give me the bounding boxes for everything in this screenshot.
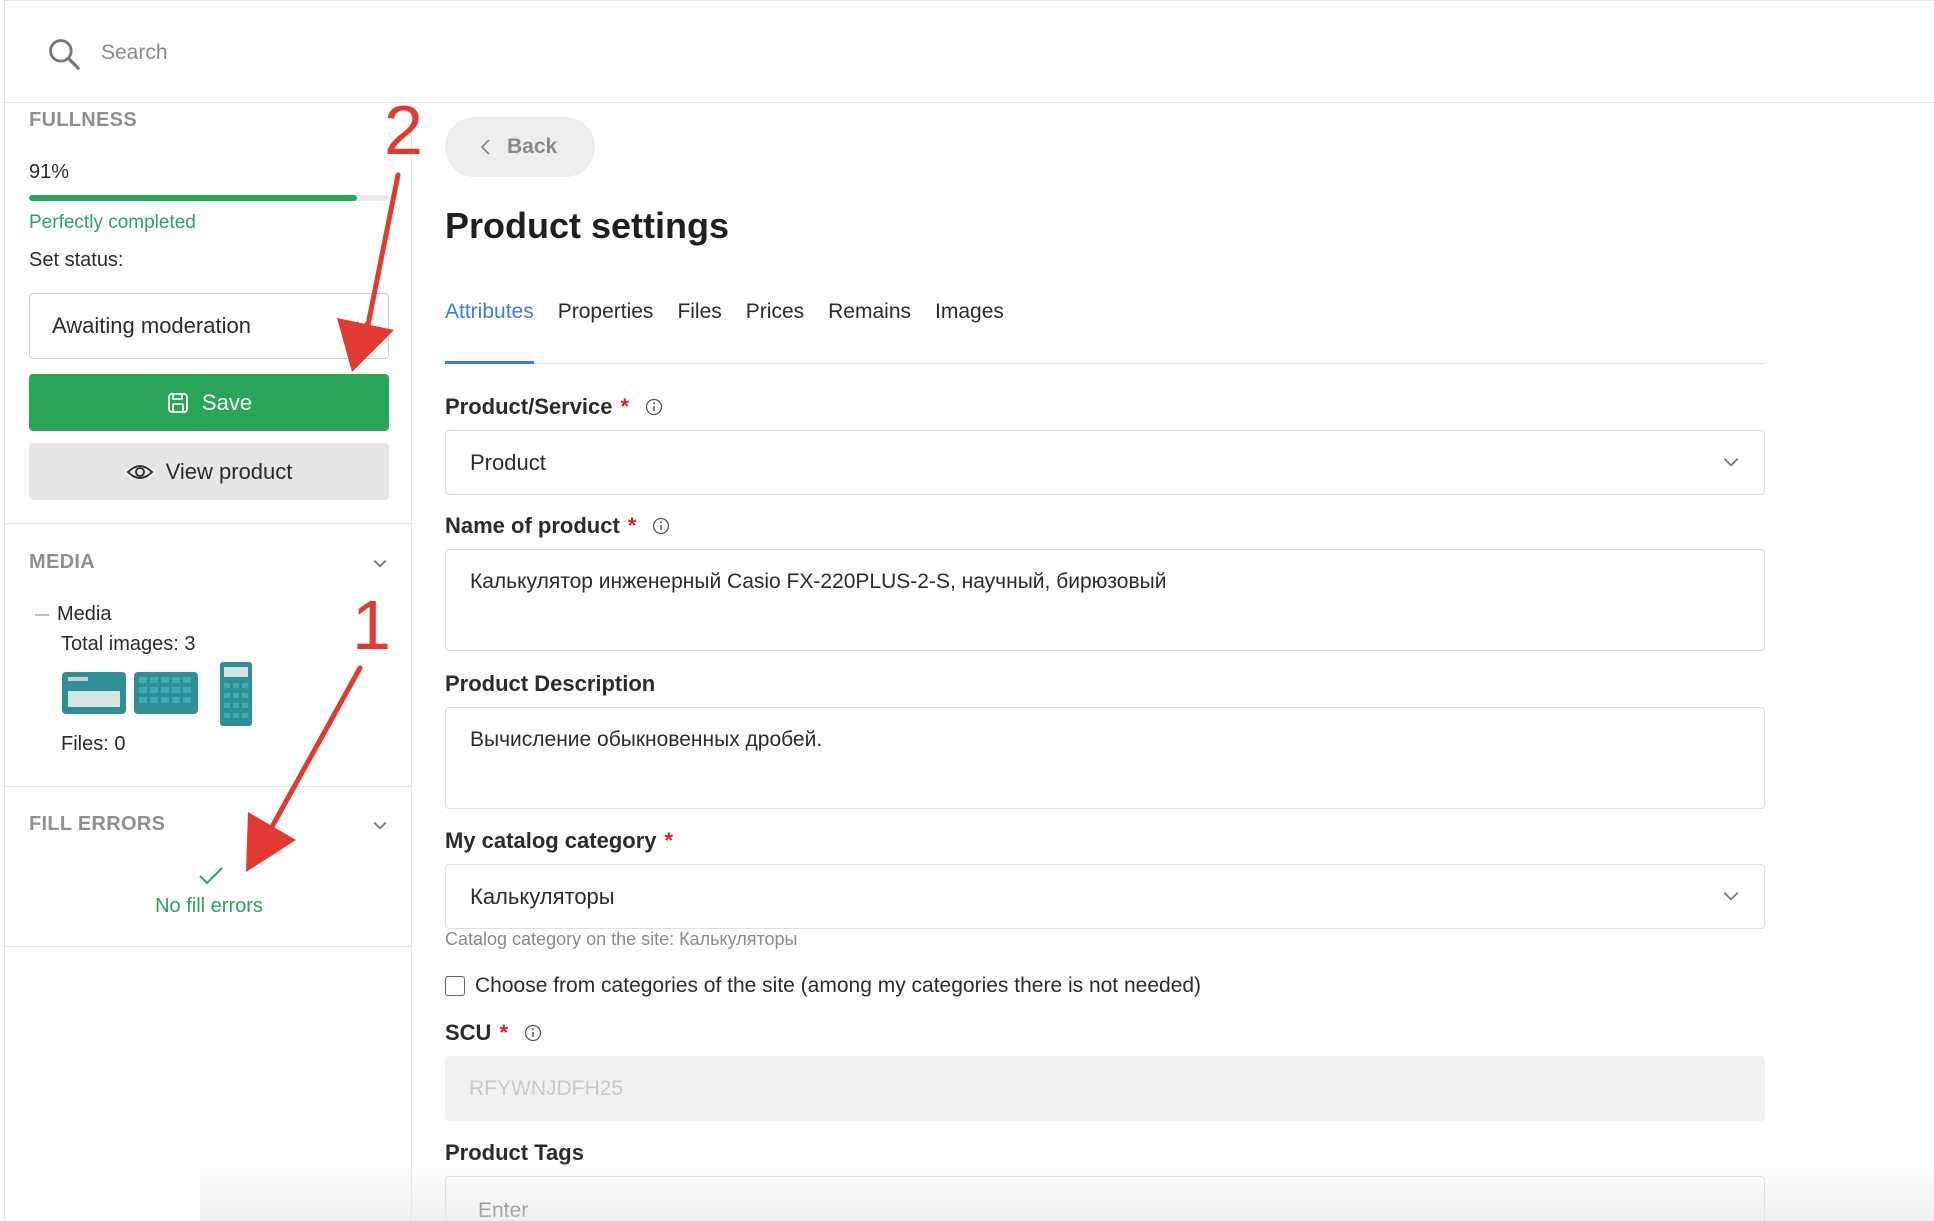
product-service-label: Product/Service * [445, 394, 663, 420]
no-fill-errors-text: No fill errors [155, 895, 263, 917]
catalog-category-label: My catalog category * [445, 828, 673, 854]
divider [5, 786, 413, 787]
catalog-category-select[interactable]: Калькуляторы [445, 864, 1765, 929]
tab-files[interactable]: Files [677, 286, 721, 364]
annotation-number-1: 1 [352, 586, 391, 664]
sidebar: FULLNESS 91% Perfectly completed Set sta… [4, 103, 413, 1221]
fill-errors-chevron-down-icon[interactable] [371, 817, 389, 835]
site-categories-checkbox[interactable] [445, 976, 465, 996]
media-label: Media [57, 603, 112, 625]
product-description-input[interactable]: Вычисление обыкновенных дробей. [445, 707, 1765, 809]
product-name-label: Name of product * [445, 513, 670, 539]
fullness-heading: FULLNESS [29, 109, 137, 131]
fullness-progress-fill [29, 195, 357, 201]
page-title: Product settings [445, 205, 730, 246]
search-icon [49, 39, 80, 70]
info-icon[interactable] [645, 398, 663, 416]
required-mark: * [499, 1020, 509, 1045]
product-tags-label: Product Tags [445, 1140, 584, 1166]
catalog-category-hint: Catalog category on the site: Калькулято… [445, 929, 798, 949]
status-select[interactable]: Awaiting moderation [29, 293, 389, 359]
chevron-down-icon [356, 321, 368, 329]
back-label: Back [507, 135, 558, 158]
product-service-value: Product [470, 449, 546, 475]
product-tags-label-text: Product Tags [445, 1140, 584, 1165]
catalog-category-label-text: My catalog category [445, 828, 657, 853]
product-name-input[interactable]: Калькулятор инженерный Casio FX-220PLUS-… [445, 549, 1765, 651]
scu-input: RFYWNJDFH25 [445, 1056, 1765, 1121]
divider [5, 523, 413, 524]
tab-bar: Attributes Properties Files Prices Remai… [445, 286, 1765, 364]
fullness-status-text: Perfectly completed [29, 212, 196, 233]
chevron-down-icon [1723, 892, 1739, 901]
info-icon[interactable] [652, 517, 670, 535]
search-input[interactable] [101, 37, 701, 69]
product-thumbnail-1[interactable] [61, 671, 127, 715]
tab-attributes[interactable]: Attributes [445, 286, 534, 364]
eye-icon [126, 464, 153, 479]
total-images: Total images: 3 [61, 633, 196, 655]
tab-remains[interactable]: Remains [828, 286, 911, 364]
product-thumbnail-3[interactable] [219, 661, 253, 727]
tab-images[interactable]: Images [935, 286, 1004, 364]
divider [5, 946, 413, 947]
media-heading: MEDIA [29, 551, 95, 573]
tree-dash-icon [35, 614, 49, 616]
required-mark: * [620, 394, 630, 419]
product-service-label-text: Product/Service [445, 394, 613, 419]
files-count: Files: 0 [61, 733, 126, 755]
status-select-value: Awaiting moderation [52, 313, 251, 338]
product-name-label-text: Name of product [445, 513, 620, 538]
site-categories-checkbox-label: Choose from categories of the site (amon… [475, 974, 1202, 997]
required-mark: * [664, 828, 674, 853]
fill-errors-heading: FILL ERRORS [29, 813, 166, 835]
main-content: Back Product settings Attributes Propert… [412, 103, 1934, 1221]
product-thumbnail-2[interactable] [133, 671, 199, 715]
back-button[interactable]: Back [445, 117, 595, 177]
product-description-label-text: Product Description [445, 671, 656, 696]
scu-label: SCU * [445, 1020, 542, 1046]
scu-label-text: SCU [445, 1020, 492, 1045]
view-product-button[interactable]: View product [29, 443, 389, 500]
info-icon[interactable] [524, 1024, 542, 1042]
annotation-number-2: 2 [384, 91, 423, 169]
view-product-label: View product [165, 458, 293, 484]
media-chevron-down-icon[interactable] [371, 555, 389, 573]
product-tags-input[interactable]: Enter [445, 1176, 1765, 1221]
product-service-select[interactable]: Product [445, 430, 1765, 495]
product-description-label: Product Description [445, 671, 655, 697]
save-button-label: Save [201, 389, 253, 415]
required-mark: * [627, 513, 637, 538]
top-search-bar [4, 0, 1934, 103]
fullness-percent: 91% [29, 161, 70, 183]
chevron-left-icon [480, 139, 490, 155]
checkmark-icon [199, 867, 223, 885]
site-categories-checkbox-row[interactable]: Choose from categories of the site (amon… [445, 974, 1201, 998]
catalog-category-value: Калькуляторы [470, 883, 615, 909]
tab-properties[interactable]: Properties [558, 286, 654, 364]
chevron-down-icon [1723, 458, 1739, 467]
save-button[interactable]: Save [29, 374, 389, 431]
set-status-label: Set status: [29, 249, 124, 271]
tab-prices[interactable]: Prices [746, 286, 804, 364]
floppy-disk-icon [168, 392, 188, 413]
fullness-progress-bar [29, 195, 389, 201]
